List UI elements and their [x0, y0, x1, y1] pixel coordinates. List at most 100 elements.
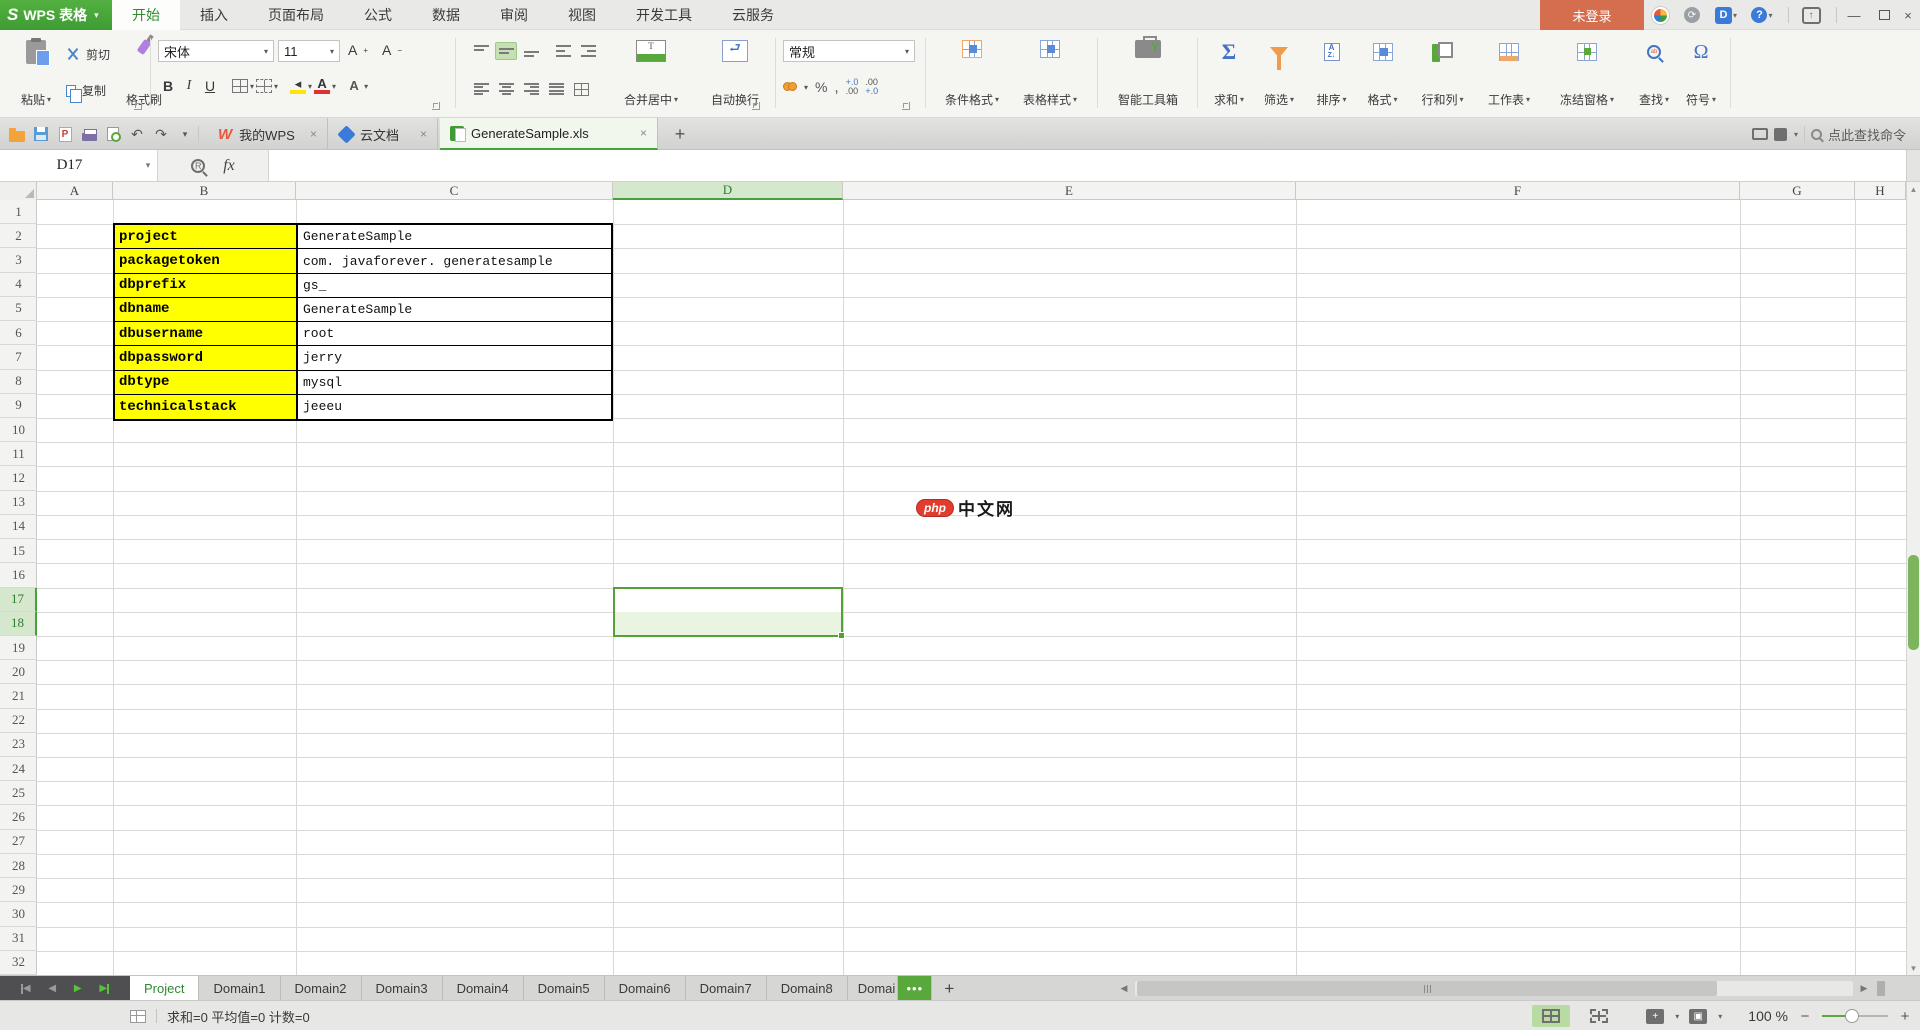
row-number-19[interactable]: 19: [0, 636, 37, 661]
table-value-cell[interactable]: jerry: [298, 346, 611, 369]
prev-sheet-icon[interactable]: ◀: [48, 983, 56, 994]
row-number-10[interactable]: 10: [0, 418, 37, 443]
horizontal-scrollbar[interactable]: ◀ ▶: [1115, 979, 1885, 998]
sheet-tab-Domain3[interactable]: Domain3: [362, 976, 443, 1001]
table-value-cell[interactable]: GenerateSample: [298, 225, 611, 248]
export-pdf-icon[interactable]: P: [56, 125, 74, 143]
sheet-tab-Domain8[interactable]: Domain8: [767, 976, 848, 1001]
column-header-H[interactable]: H: [1855, 182, 1906, 200]
table-key-cell[interactable]: dbname: [115, 297, 298, 322]
grid-body[interactable]: 1 2 3 4 5 6 7 8 9 10 11 12 13 14 15 16 17 18 19 20 21 22 23 24 2…: [0, 200, 1906, 975]
smart-toolbox-button[interactable]: Y 智能工具箱: [1105, 36, 1191, 112]
table-value-cell[interactable]: GenerateSample: [298, 298, 611, 321]
row-number-13[interactable]: 13: [0, 491, 37, 515]
normal-view-button[interactable]: [1532, 1005, 1571, 1027]
table-key-cell[interactable]: project: [115, 225, 298, 249]
help-menu-button[interactable]: ? ▾: [1748, 5, 1776, 25]
column-header-C[interactable]: C: [296, 182, 613, 200]
wps-cloud-icon[interactable]: [1650, 5, 1670, 25]
vertical-scroll-thumb[interactable]: [1908, 555, 1919, 650]
menu-tab-数据[interactable]: 数据: [412, 0, 480, 30]
menu-tab-视图[interactable]: 视图: [548, 0, 616, 30]
close-button[interactable]: ×: [1896, 0, 1920, 30]
table-key-cell[interactable]: dbpassword: [115, 346, 298, 370]
sync-icon[interactable]: ⟳: [1682, 5, 1702, 25]
sheet-tab-Domain5[interactable]: Domain5: [524, 976, 605, 1001]
number-dialog-launcher[interactable]: [902, 102, 910, 110]
row-number-29[interactable]: 29: [0, 878, 37, 903]
hscroll-left-icon[interactable]: ◀: [1115, 979, 1133, 998]
column-header-B[interactable]: B: [113, 182, 296, 200]
freeze-panes-button[interactable]: 冻结窗格 ▾: [1543, 36, 1631, 112]
sheet-tab-Domain4[interactable]: Domain4: [443, 976, 524, 1001]
minimize-button[interactable]: —: [1840, 0, 1868, 30]
find-command-label[interactable]: 点此查找命令: [1828, 125, 1906, 144]
row-number-22[interactable]: 22: [0, 709, 37, 733]
sheet-tab-Domain7[interactable]: Domain7: [686, 976, 767, 1001]
logo-caret-icon[interactable]: ▾: [94, 10, 99, 21]
align-right-button[interactable]: [520, 80, 542, 98]
table-value-cell[interactable]: root: [298, 322, 611, 345]
hscroll-right-icon[interactable]: ▶: [1855, 979, 1873, 998]
zoom-out-button[interactable]: −: [1798, 1008, 1812, 1025]
table-value-cell[interactable]: com. javaforever. generatesample: [298, 249, 611, 272]
zoom-slider-thumb[interactable]: [1844, 1009, 1859, 1023]
redo-icon[interactable]: ↷: [152, 125, 170, 143]
decrease-decimal-button[interactable]: .00 +.0: [865, 78, 878, 96]
ribbon-toggle-icon[interactable]: ↑: [1798, 5, 1824, 25]
font-size-select[interactable]: 11 ▾: [278, 40, 340, 62]
zoom-slider[interactable]: [1822, 1009, 1888, 1023]
font-dialog-launcher[interactable]: [432, 102, 440, 110]
copy-button[interactable]: 复制: [66, 82, 106, 103]
italic-button[interactable]: I: [180, 78, 198, 94]
fill-color-icon[interactable]: ◂: [290, 77, 307, 94]
maximize-button[interactable]: [1870, 0, 1898, 30]
format-button[interactable]: 格式 ▾: [1358, 36, 1407, 112]
first-sheet-icon[interactable]: ◀: [20, 983, 31, 994]
sheet-tab-Project[interactable]: Project: [130, 976, 200, 1001]
clipboard-dialog-launcher[interactable]: [134, 102, 142, 110]
select-all-corner[interactable]: [0, 182, 37, 200]
cell-selection-d17-d18[interactable]: [613, 586, 845, 639]
close-tab-icon[interactable]: ×: [310, 127, 317, 141]
hscroll-thumb[interactable]: [1137, 981, 1717, 996]
menu-tab-云服务[interactable]: 云服务: [712, 0, 794, 30]
doc-tab-3[interactable]: GenerateSample.xls ×: [440, 118, 658, 150]
page-break-view-button[interactable]: [1580, 1005, 1618, 1027]
print-preview-icon[interactable]: [104, 125, 122, 143]
table-key-cell[interactable]: dbtype: [115, 370, 298, 394]
sheet-tab-Domain6[interactable]: Domain6: [605, 976, 686, 1001]
add-sheet-button[interactable]: +: [932, 976, 966, 1001]
row-number-24[interactable]: 24: [0, 757, 37, 782]
rows-columns-button[interactable]: 行和列 ▾: [1410, 36, 1475, 112]
align-top-button[interactable]: [470, 42, 492, 60]
quick-access-caret-icon[interactable]: ▾: [176, 125, 194, 143]
close-tab-icon[interactable]: ×: [640, 126, 647, 140]
last-sheet-icon[interactable]: ▶: [99, 983, 110, 994]
table-key-cell[interactable]: packagetoken: [115, 249, 298, 273]
row-number-2[interactable]: 2: [0, 224, 37, 249]
scroll-up-icon[interactable]: ▲: [1907, 182, 1920, 196]
split-handle[interactable]: [1877, 981, 1885, 996]
name-box-caret-icon[interactable]: ▾: [139, 160, 157, 171]
wrap-text-button[interactable]: ⮐ 自动换行: [700, 36, 770, 112]
row-number-25[interactable]: 25: [0, 781, 37, 806]
menu-tab-页面布局[interactable]: 页面布局: [248, 0, 344, 30]
fill-color-caret[interactable]: ▾: [308, 82, 312, 91]
menu-tab-插入[interactable]: 插入: [180, 0, 248, 30]
close-tab-icon[interactable]: ×: [420, 127, 427, 141]
table-value-cell[interactable]: mysql: [298, 371, 611, 394]
reading-layout-icon[interactable]: ▣: [1689, 1008, 1708, 1024]
formula-input[interactable]: [268, 150, 1906, 181]
row-number-7[interactable]: 7: [0, 345, 37, 370]
menu-tab-公式[interactable]: 公式: [344, 0, 412, 30]
row-number-9[interactable]: 9: [0, 394, 37, 418]
custom-view-icon[interactable]: +: [1646, 1008, 1665, 1024]
table-value-cell[interactable]: gs_: [298, 274, 611, 297]
table-key-cell[interactable]: dbprefix: [115, 273, 298, 297]
currency-icon[interactable]: [783, 80, 797, 94]
more-sheets-button[interactable]: •••: [898, 976, 933, 1001]
row-number-5[interactable]: 5: [0, 297, 37, 322]
column-header-F[interactable]: F: [1296, 182, 1740, 200]
clear-format-caret[interactable]: ▾: [364, 82, 368, 91]
